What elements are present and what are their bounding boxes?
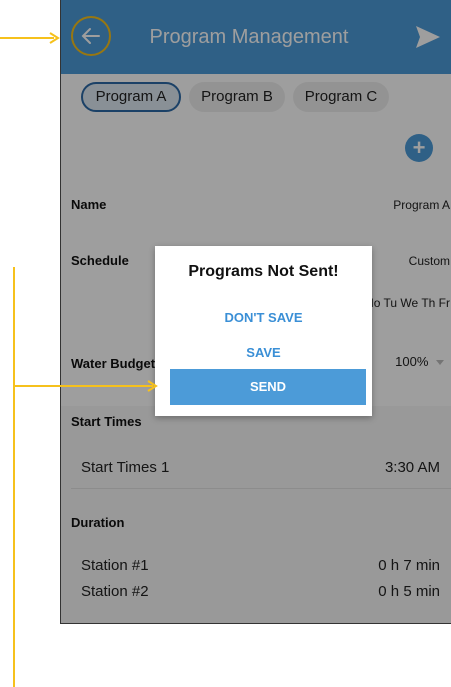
- programs-not-sent-dialog: Programs Not Sent! DON'T SAVE SAVE SEND: [155, 246, 372, 416]
- callout-arrow-icon: [49, 32, 60, 44]
- callout-line-top: [0, 37, 54, 39]
- phone-screen: Program Management Program A Program B P…: [60, 0, 451, 624]
- dont-save-button[interactable]: DON'T SAVE: [155, 310, 372, 325]
- send-button[interactable]: SEND: [170, 369, 366, 405]
- callout-line-middle: [13, 385, 153, 387]
- callout-line-vertical: [13, 267, 15, 687]
- dialog-title: Programs Not Sent!: [188, 263, 339, 280]
- callout-arrow-icon: [147, 380, 158, 392]
- save-button[interactable]: SAVE: [155, 345, 372, 360]
